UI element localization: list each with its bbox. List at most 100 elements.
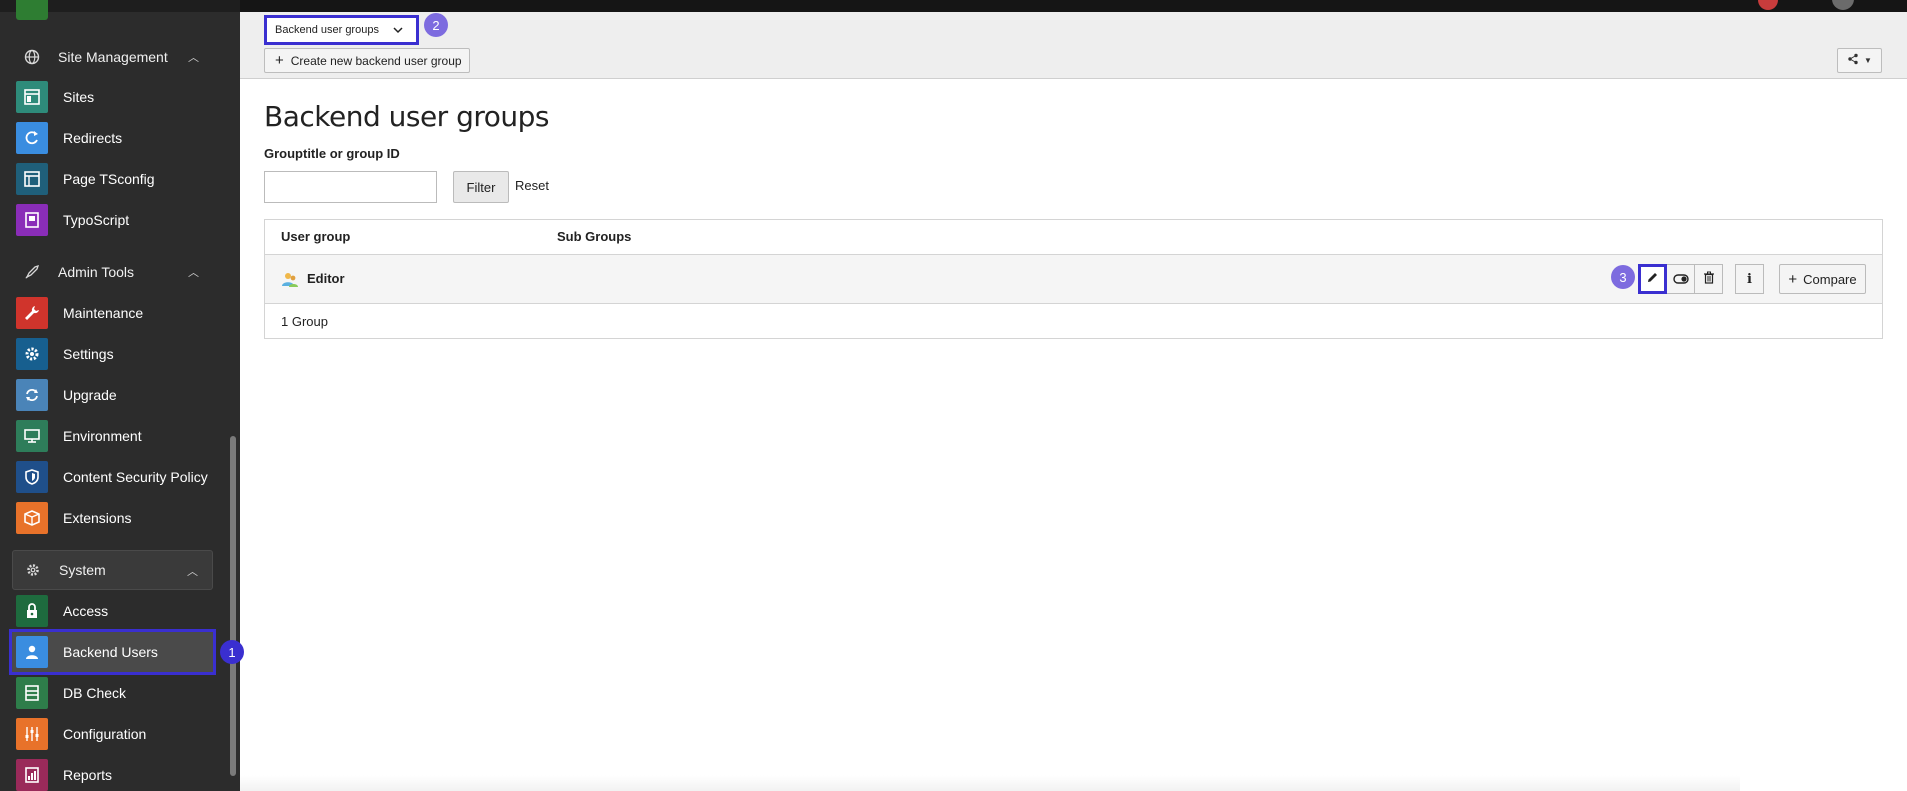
- share-icon: [1847, 53, 1859, 68]
- sidebar-item-typoscript[interactable]: TypoScript: [12, 200, 213, 240]
- filter-button[interactable]: Filter: [453, 171, 509, 203]
- sidebar-item-environment[interactable]: Environment: [12, 416, 213, 456]
- create-backend-user-group-button[interactable]: + Create new backend user group: [264, 48, 470, 73]
- sidebar-item-db-check[interactable]: DB Check: [12, 673, 213, 713]
- pencil-icon: [1646, 271, 1659, 287]
- sidebar-item-label: Settings: [63, 346, 114, 362]
- sidebar-item-label: Content Security Policy: [63, 469, 208, 485]
- user-group-name[interactable]: Editor: [307, 271, 345, 286]
- column-header-sub-groups: Sub Groups: [557, 229, 632, 244]
- info-button[interactable]: i: [1735, 264, 1764, 294]
- sidebar-item-label: DB Check: [63, 685, 127, 701]
- sidebar-item-label: Extensions: [63, 510, 132, 526]
- sidebar-item-redirects[interactable]: Redirects: [12, 118, 213, 158]
- module-menu: Site Management ︿ Sites Redirects Page T…: [0, 0, 240, 791]
- column-header-user-group: User group: [281, 229, 351, 244]
- toggle-visibility-button[interactable]: [1666, 264, 1695, 294]
- sidebar-item-extensions[interactable]: Extensions: [12, 498, 213, 538]
- redirect-icon: [16, 122, 48, 154]
- sidebar-item-label: Page TSconfig: [63, 171, 155, 187]
- page-title: Backend user groups: [264, 100, 550, 133]
- gear-icon: [16, 338, 48, 370]
- sidebar-item-label: Reports: [63, 767, 113, 783]
- step-marker-1: 1: [220, 640, 244, 664]
- plus-icon: +: [1788, 270, 1798, 288]
- top-toolbar: [240, 0, 1907, 12]
- step-marker-2: 2: [424, 13, 448, 37]
- chevron-up-icon: ︿: [188, 267, 199, 279]
- filter-label: Grouptitle or group ID: [264, 146, 400, 161]
- user-icon: [16, 636, 48, 668]
- sidebar-item-label: Configuration: [63, 726, 147, 742]
- sidebar-item-backend-users[interactable]: Backend Users: [9, 629, 216, 675]
- sidebar-group-system[interactable]: System ︿: [12, 550, 213, 590]
- compare-button[interactable]: + Compare: [1779, 264, 1866, 294]
- sidebar-item-label: TypoScript: [63, 212, 130, 228]
- row-info-group: i: [1735, 264, 1764, 294]
- chevron-down-icon: [392, 24, 404, 39]
- tsconfig-icon: [16, 163, 48, 195]
- refresh-icon: [16, 379, 48, 411]
- reset-link[interactable]: Reset: [515, 178, 549, 193]
- module-function-select-value: Backend user groups: [275, 24, 379, 36]
- sites-icon: [16, 81, 48, 113]
- table-row: Editor i + Compare: [265, 255, 1882, 304]
- bottom-fade: [240, 775, 1740, 791]
- share-button[interactable]: ▼: [1837, 48, 1882, 73]
- compare-button-label: Compare: [1803, 271, 1857, 287]
- sidebar-item-maintenance[interactable]: Maintenance: [12, 293, 213, 333]
- sidebar-group-label: Site Management: [58, 49, 168, 65]
- sidebar-item-access[interactable]: Access: [12, 591, 213, 631]
- module-function-select[interactable]: Backend user groups: [264, 15, 419, 45]
- toggle-icon: [1672, 272, 1689, 287]
- sidebar-group-label: System: [59, 562, 106, 578]
- row-action-group: [1638, 264, 1723, 294]
- monitor-icon: [16, 420, 48, 452]
- create-button-label: Create new backend user group: [290, 53, 462, 68]
- trash-icon: [1703, 271, 1715, 287]
- docheader: [240, 12, 1907, 79]
- chevron-up-icon: ︿: [188, 52, 199, 64]
- module-icon-partial: [16, 0, 48, 20]
- sidebar-item-page-tsconfig[interactable]: Page TSconfig: [12, 159, 213, 199]
- sidebar-item-reports[interactable]: Reports: [12, 755, 213, 791]
- sidebar-item-content-security-policy[interactable]: Content Security Policy: [12, 457, 213, 497]
- sidebar-item-label: Access: [63, 603, 109, 619]
- box-icon: [16, 502, 48, 534]
- edit-button[interactable]: [1638, 264, 1667, 294]
- user-groups-table: User group Sub Groups Editor i + Compare…: [264, 219, 1883, 339]
- lock-icon: [16, 595, 48, 627]
- sidebar-group-site-management[interactable]: Site Management ︿: [12, 37, 213, 77]
- info-icon: i: [1747, 271, 1752, 287]
- sidebar-item-label: Upgrade: [63, 387, 117, 403]
- globe-icon: [18, 43, 46, 71]
- sidebar-item-configuration[interactable]: Configuration: [12, 714, 213, 754]
- sidebar-group-admin-tools[interactable]: Admin Tools ︿: [12, 252, 213, 292]
- report-icon: [16, 759, 48, 791]
- table-footer-count: 1 Group: [281, 314, 328, 329]
- user-group-icon: [281, 271, 299, 289]
- typoscript-icon: [16, 204, 48, 236]
- plus-icon: +: [275, 52, 284, 69]
- database-icon: [16, 677, 48, 709]
- delete-button[interactable]: [1694, 264, 1723, 294]
- sidebar-item-upgrade[interactable]: Upgrade: [12, 375, 213, 415]
- shield-icon: [16, 461, 48, 493]
- sidebar-item-label: Redirects: [63, 130, 123, 146]
- sidebar-item-label: Maintenance: [63, 305, 144, 321]
- sidebar-item-label: Environment: [63, 428, 142, 444]
- wrench-icon: [16, 297, 48, 329]
- sidebar-item-label: Backend Users: [63, 644, 158, 660]
- caret-down-icon: ▼: [1864, 56, 1872, 65]
- filter-input[interactable]: [264, 171, 437, 203]
- gear-icon: [19, 556, 47, 584]
- sliders-icon: [16, 718, 48, 750]
- table-header: User group Sub Groups: [265, 220, 1882, 255]
- sidebar-scrollbar[interactable]: [230, 436, 236, 776]
- sidebar-item-label: Sites: [63, 89, 95, 105]
- rocket-icon: [18, 258, 46, 286]
- chevron-up-icon: ︿: [187, 566, 198, 578]
- sidebar-group-label: Admin Tools: [58, 264, 135, 280]
- sidebar-item-sites[interactable]: Sites: [12, 77, 213, 117]
- sidebar-item-settings[interactable]: Settings: [12, 334, 213, 374]
